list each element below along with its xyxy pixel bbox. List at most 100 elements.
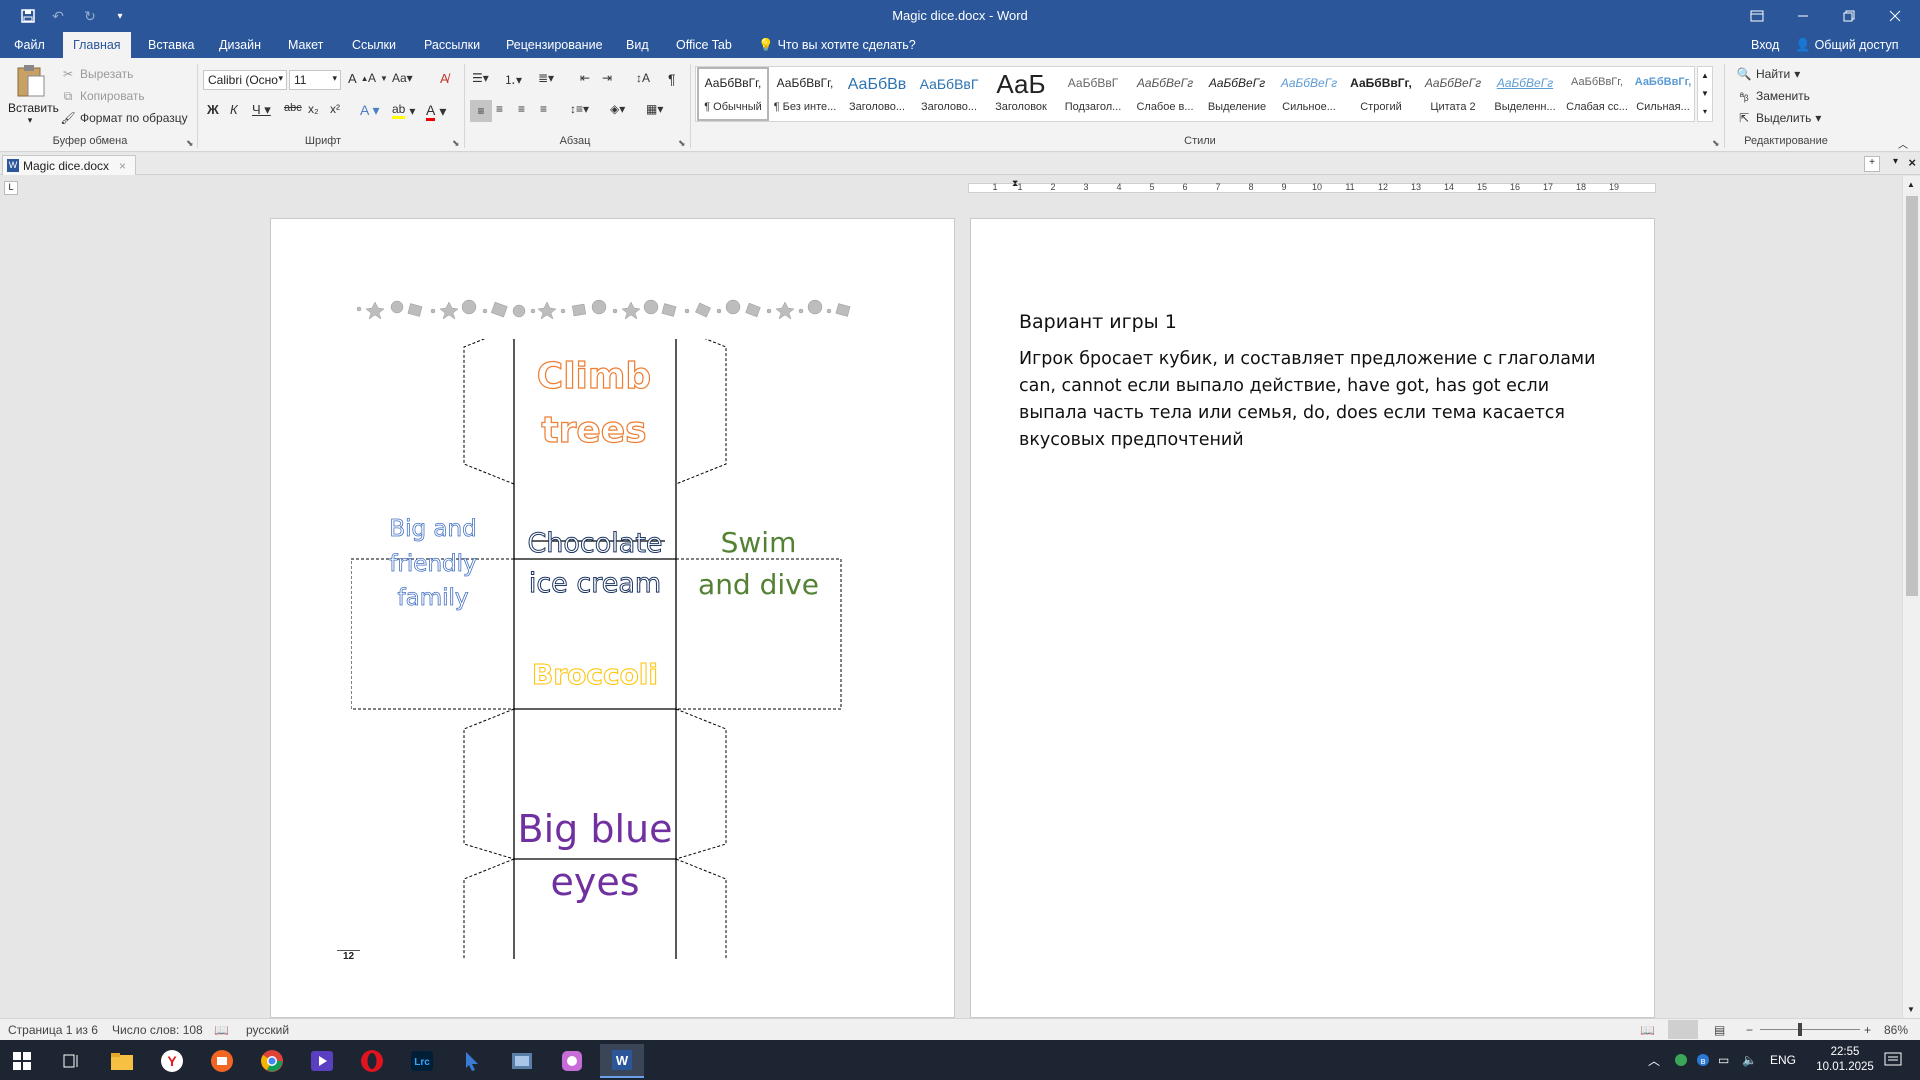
zoom-slider[interactable]: [1760, 1029, 1860, 1030]
tab-home[interactable]: Главная: [63, 32, 131, 58]
input-language[interactable]: ENG: [1770, 1040, 1796, 1080]
tab-mailings[interactable]: Рассылки: [414, 32, 490, 58]
style-heading-2[interactable]: АаБбВвГ Заголово...: [913, 67, 985, 121]
format-painter-button[interactable]: 🖌 Формат по образцу: [60, 110, 187, 126]
bullets-icon[interactable]: ☰▾: [472, 71, 489, 85]
line-spacing-icon[interactable]: ↕≡▾: [570, 102, 589, 116]
change-case-icon[interactable]: Aa▾: [392, 71, 413, 85]
tell-me-box[interactable]: 💡 Что вы хотите сделать?: [758, 32, 916, 58]
gallery-app-icon[interactable]: [550, 1044, 594, 1078]
chrome-icon[interactable]: [250, 1044, 294, 1078]
justify-icon[interactable]: ≡: [540, 102, 547, 116]
web-layout-icon[interactable]: ▤: [1714, 1023, 1725, 1037]
close-tab-icon[interactable]: ×: [119, 159, 126, 173]
paste-button[interactable]: Вставить ▾: [8, 64, 59, 126]
clear-formatting-icon[interactable]: A̸: [440, 71, 449, 86]
cursor-app-icon[interactable]: [450, 1044, 494, 1078]
style-heading-1[interactable]: АаБбВв Заголово...: [841, 67, 913, 121]
style-title[interactable]: АаБ Заголовок: [985, 67, 1057, 121]
tab-menu-icon[interactable]: ▾: [1893, 156, 1898, 167]
styles-launcher-icon[interactable]: ⬊: [1712, 138, 1720, 149]
underline-button[interactable]: Ч ▾: [252, 102, 271, 118]
paragraph-launcher-icon[interactable]: ⬊: [678, 138, 686, 149]
opera-icon[interactable]: [350, 1044, 394, 1078]
zoom-out-icon[interactable]: −: [1746, 1023, 1753, 1037]
collapse-ribbon-icon[interactable]: ︿: [1898, 136, 1908, 151]
style-emphasis[interactable]: АаБбВеГг Выделение: [1201, 67, 1273, 121]
paste-dropdown-icon[interactable]: ▾: [8, 115, 52, 126]
word-taskbar-icon[interactable]: W: [600, 1044, 644, 1078]
align-left-icon[interactable]: ≡: [470, 100, 492, 122]
new-tab-icon[interactable]: +: [1864, 156, 1880, 172]
multilevel-list-icon[interactable]: ≣▾: [538, 71, 554, 85]
style-no-spacing[interactable]: АаБбВвГг, ¶ Без инте...: [769, 67, 841, 121]
italic-button[interactable]: К: [230, 102, 238, 117]
copy-button[interactable]: ⧉ Копировать: [60, 88, 145, 104]
shading-icon[interactable]: ◈▾: [610, 102, 625, 116]
styles-scroll[interactable]: ▲ ▼ ▾: [1697, 66, 1713, 122]
style-subtle-emphasis[interactable]: АаБбВеГг Слабое в...: [1129, 67, 1201, 121]
clock[interactable]: 22:55 10.01.2025: [1812, 1040, 1878, 1080]
tools-app-icon[interactable]: [500, 1044, 544, 1078]
align-right-icon[interactable]: ≡: [518, 102, 525, 116]
language[interactable]: русский: [246, 1023, 289, 1037]
decrease-indent-icon[interactable]: ⇤: [580, 71, 590, 85]
bold-button[interactable]: Ж: [207, 102, 219, 117]
font-name-combo[interactable]: Calibri (Осно ▾: [203, 70, 287, 90]
word-count[interactable]: Число слов: 108: [112, 1023, 203, 1037]
bluetooth-icon[interactable]: ʙ: [1696, 1040, 1710, 1080]
select-button[interactable]: ⇱ Выделить ▾: [1736, 110, 1821, 126]
variant-heading[interactable]: Вариант игры 1: [1019, 311, 1177, 333]
strikethrough-button[interactable]: abc: [284, 102, 302, 114]
align-center-icon[interactable]: ≡: [496, 102, 503, 116]
tray-app-green-icon[interactable]: [1674, 1040, 1688, 1080]
vertical-scrollbar[interactable]: ▲ ▼: [1902, 176, 1920, 1018]
style-strong[interactable]: АаБбВвГг, Строгий: [1345, 67, 1417, 121]
tab-view[interactable]: Вид: [616, 32, 659, 58]
yandex-browser-icon[interactable]: Y: [150, 1044, 194, 1078]
shrink-font-icon[interactable]: A ▼: [368, 71, 388, 85]
highlight-icon[interactable]: ab ▾: [392, 102, 415, 119]
style-subtitle[interactable]: АаБбВвГ Подзагол...: [1057, 67, 1129, 121]
close-button[interactable]: [1872, 0, 1918, 32]
zoom-in-icon[interactable]: +: [1864, 1023, 1871, 1037]
scroll-up-icon[interactable]: ▲: [1907, 180, 1915, 189]
style-normal[interactable]: АаБбВвГг, ¶ Обычный: [697, 67, 769, 121]
notifications-icon[interactable]: [1884, 1040, 1902, 1080]
ribbon-display-icon[interactable]: [1734, 0, 1780, 32]
tab-design[interactable]: Дизайн: [209, 32, 271, 58]
file-explorer-icon[interactable]: [100, 1044, 144, 1078]
network-icon[interactable]: ▭: [1718, 1040, 1729, 1080]
tray-chevron-icon[interactable]: ︿: [1648, 1040, 1660, 1080]
read-mode-icon[interactable]: 📖: [1640, 1023, 1655, 1037]
lightroom-icon[interactable]: Lrc: [400, 1044, 444, 1078]
close-doc-icon[interactable]: ×: [1908, 155, 1916, 170]
tab-references[interactable]: Ссылки: [342, 32, 406, 58]
signin-link[interactable]: Вход: [1751, 32, 1779, 58]
minimize-button[interactable]: [1780, 0, 1826, 32]
style-intense-quote[interactable]: АаБбВеГг Выделенн...: [1489, 67, 1561, 121]
indent-marker-icon[interactable]: ⧗: [1012, 178, 1018, 189]
tab-selector-icon[interactable]: L: [4, 181, 18, 195]
font-color-icon[interactable]: A ▾: [426, 102, 446, 121]
volume-icon[interactable]: 🔈: [1742, 1040, 1757, 1080]
scroll-down-icon[interactable]: ▼: [1907, 1005, 1915, 1014]
zoom-level[interactable]: 86%: [1884, 1023, 1908, 1037]
horizontal-ruler[interactable]: 1 1 2 3 4 5 6 7 8 9 10 11 12 13 14 15 16…: [968, 182, 1656, 193]
font-launcher-icon[interactable]: ⬊: [452, 138, 460, 149]
style-intense-emphasis[interactable]: АаБбВеГг Сильное...: [1273, 67, 1345, 121]
sort-icon[interactable]: ↕A: [636, 71, 650, 85]
tab-layout[interactable]: Макет: [278, 32, 333, 58]
scroll-thumb[interactable]: [1906, 196, 1918, 596]
show-marks-icon[interactable]: ¶: [668, 71, 676, 87]
print-layout-icon[interactable]: [1668, 1020, 1698, 1039]
style-intense-reference[interactable]: АаБбВвГг, Сильная...: [1633, 67, 1693, 121]
media-app-icon[interactable]: [300, 1044, 344, 1078]
start-button[interactable]: [0, 1044, 44, 1078]
zoom-thumb[interactable]: [1798, 1023, 1802, 1036]
maximize-button[interactable]: [1826, 0, 1872, 32]
tab-file[interactable]: Файл: [4, 32, 55, 58]
replace-button[interactable]: ᵃᵦ Заменить: [1736, 88, 1809, 104]
task-view-icon[interactable]: [50, 1044, 94, 1078]
borders-icon[interactable]: ▦▾: [646, 102, 663, 116]
